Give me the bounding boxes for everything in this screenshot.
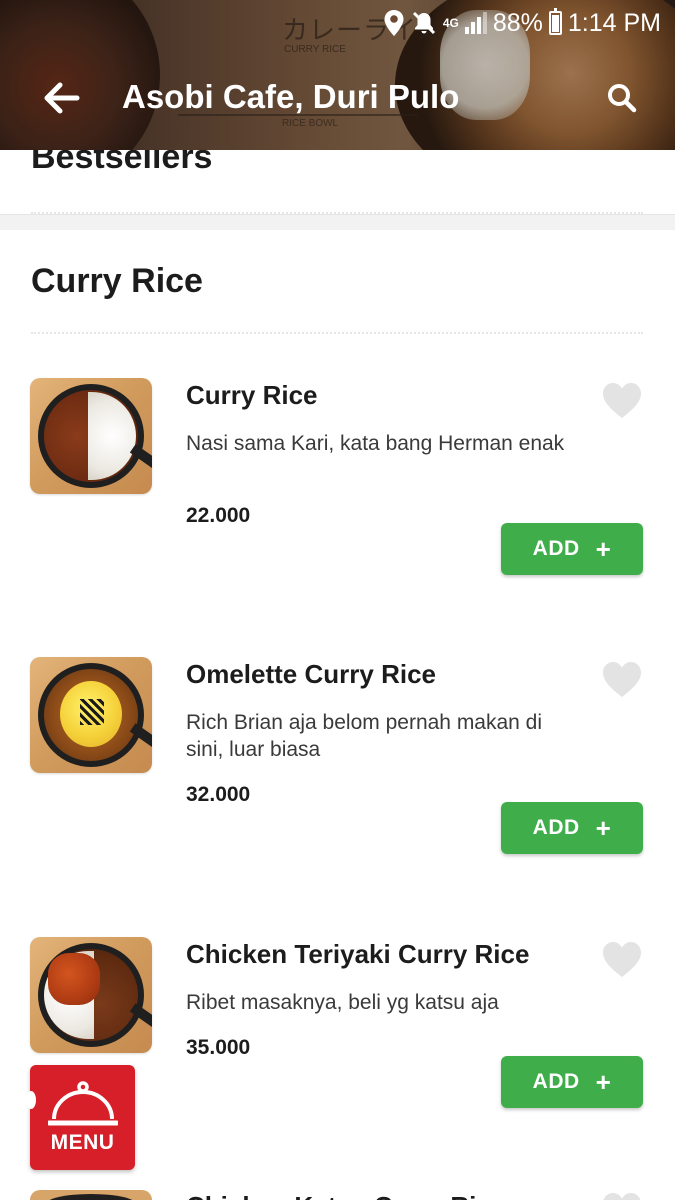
- item-price: 22.000: [186, 504, 251, 527]
- favorite-heart-icon[interactable]: [602, 941, 642, 979]
- banner-subtext: CURRY RICE: [284, 44, 346, 55]
- cloche-icon: [48, 1081, 118, 1126]
- section-title-bestsellers: Bestsellers: [31, 150, 213, 176]
- item-name: Curry Rice: [186, 380, 318, 410]
- item-image-omelette-curry-rice[interactable]: [30, 657, 152, 773]
- favorite-heart-icon[interactable]: [602, 661, 642, 699]
- add-button-label: ADD: [532, 816, 580, 839]
- location-pin-icon: [383, 9, 405, 37]
- mute-icon: [411, 10, 437, 36]
- back-button[interactable]: [36, 76, 88, 120]
- item-price: 32.000: [186, 783, 251, 806]
- favorite-heart-icon[interactable]: [602, 1192, 642, 1200]
- search-button[interactable]: [598, 76, 646, 120]
- add-button[interactable]: ADD +: [501, 1056, 643, 1108]
- item-price: 35.000: [186, 1036, 251, 1059]
- menu-button-label: MENU: [50, 1131, 115, 1154]
- item-image-chicken-teriyaki-curry-rice[interactable]: [30, 937, 152, 1053]
- header-banner: カレーライス CURRY RICE RICE BOWL 4G 88% 1:14 …: [0, 0, 675, 150]
- item-name: Omelette Curry Rice: [186, 659, 436, 689]
- add-button-label: ADD: [532, 1070, 580, 1093]
- network-type: 4G: [442, 15, 459, 30]
- item-image-curry-rice[interactable]: [30, 378, 152, 494]
- plus-icon: +: [595, 813, 612, 843]
- menu-button[interactable]: MENU: [26, 1065, 135, 1170]
- section-separator: [0, 214, 675, 230]
- search-icon: [608, 84, 637, 113]
- item-description: Nasi sama Kari, kata bang Herman enak: [186, 432, 565, 455]
- item-name: Chicken Katsu Curry Rice: [186, 1191, 505, 1200]
- add-button[interactable]: ADD +: [501, 802, 643, 854]
- item-image-chicken-katsu-curry-rice[interactable]: [30, 1190, 152, 1200]
- favorite-heart-icon[interactable]: [602, 382, 642, 420]
- status-bar: 4G 88% 1:14 PM: [383, 6, 661, 40]
- item-name: Chicken Teriyaki Curry Rice: [186, 939, 530, 969]
- add-button[interactable]: ADD +: [501, 523, 643, 575]
- menu-item: Curry Rice Nasi sama Kari, kata bang Her…: [0, 378, 675, 638]
- divider: [31, 332, 643, 334]
- menu-item: Omelette Curry Rice Rich Brian aja belom…: [0, 657, 675, 917]
- battery-icon: [548, 8, 562, 35]
- plus-icon: +: [595, 1067, 612, 1097]
- add-button-label: ADD: [532, 537, 580, 560]
- signal-icon: [464, 12, 487, 34]
- app-bar: Asobi Cafe, Duri Pulo: [0, 66, 675, 130]
- item-description: Ribet masaknya, beli yg katsu aja: [186, 991, 499, 1014]
- section-title-curry-rice: Curry Rice: [31, 262, 203, 300]
- back-arrow-icon: [44, 82, 80, 114]
- battery-percent: 88%: [492, 8, 543, 37]
- clock: 1:14 PM: [567, 8, 661, 37]
- plus-icon: +: [595, 534, 612, 564]
- page-title: Asobi Cafe, Duri Pulo: [122, 78, 460, 115]
- item-description: Rich Brian aja belom pernah makan di sin…: [186, 711, 543, 761]
